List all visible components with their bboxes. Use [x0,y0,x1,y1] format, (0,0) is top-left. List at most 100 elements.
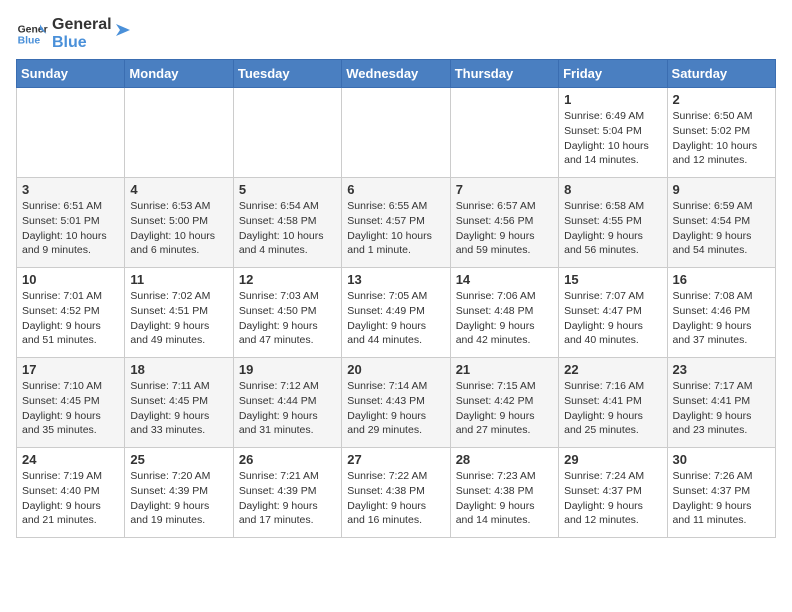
day-info: Sunrise: 7:16 AM Sunset: 4:41 PM Dayligh… [564,379,661,438]
day-info: Sunrise: 7:26 AM Sunset: 4:37 PM Dayligh… [673,469,770,528]
day-number: 16 [673,272,770,287]
calendar-cell: 15 Sunrise: 7:07 AM Sunset: 4:47 PM Dayli… [559,268,667,358]
day-number: 14 [456,272,553,287]
day-number: 13 [347,272,444,287]
day-info: Sunrise: 7:02 AM Sunset: 4:51 PM Dayligh… [130,289,227,348]
day-number: 5 [239,182,336,197]
calendar-cell: 24 Sunrise: 7:19 AM Sunset: 4:40 PM Dayli… [17,448,125,538]
calendar-week-4: 17 Sunrise: 7:10 AM Sunset: 4:45 PM Dayli… [17,358,776,448]
calendar-cell: 11 Sunrise: 7:02 AM Sunset: 4:51 PM Dayli… [125,268,233,358]
day-number: 7 [456,182,553,197]
day-info: Sunrise: 7:20 AM Sunset: 4:39 PM Dayligh… [130,469,227,528]
day-number: 26 [239,452,336,467]
day-info: Sunrise: 7:21 AM Sunset: 4:39 PM Dayligh… [239,469,336,528]
col-header-monday: Monday [125,60,233,88]
day-number: 30 [673,452,770,467]
day-info: Sunrise: 7:03 AM Sunset: 4:50 PM Dayligh… [239,289,336,348]
day-info: Sunrise: 7:10 AM Sunset: 4:45 PM Dayligh… [22,379,119,438]
day-number: 9 [673,182,770,197]
day-number: 22 [564,362,661,377]
day-number: 10 [22,272,119,287]
logo: General Blue General Blue [16,16,132,51]
day-number: 19 [239,362,336,377]
calendar-cell: 26 Sunrise: 7:21 AM Sunset: 4:39 PM Dayli… [233,448,341,538]
calendar-cell [17,88,125,178]
calendar-cell: 6 Sunrise: 6:55 AM Sunset: 4:57 PM Daylig… [342,178,450,268]
day-number: 6 [347,182,444,197]
col-header-friday: Friday [559,60,667,88]
col-header-tuesday: Tuesday [233,60,341,88]
calendar-cell: 7 Sunrise: 6:57 AM Sunset: 4:56 PM Daylig… [450,178,558,268]
day-number: 29 [564,452,661,467]
calendar-cell: 20 Sunrise: 7:14 AM Sunset: 4:43 PM Dayli… [342,358,450,448]
calendar-cell: 8 Sunrise: 6:58 AM Sunset: 4:55 PM Daylig… [559,178,667,268]
calendar-cell: 9 Sunrise: 6:59 AM Sunset: 4:54 PM Daylig… [667,178,775,268]
day-number: 11 [130,272,227,287]
day-number: 8 [564,182,661,197]
calendar-cell: 1 Sunrise: 6:49 AM Sunset: 5:04 PM Daylig… [559,88,667,178]
day-number: 24 [22,452,119,467]
calendar-cell: 4 Sunrise: 6:53 AM Sunset: 5:00 PM Daylig… [125,178,233,268]
day-number: 15 [564,272,661,287]
calendar-week-2: 3 Sunrise: 6:51 AM Sunset: 5:01 PM Daylig… [17,178,776,268]
day-info: Sunrise: 7:14 AM Sunset: 4:43 PM Dayligh… [347,379,444,438]
day-info: Sunrise: 7:08 AM Sunset: 4:46 PM Dayligh… [673,289,770,348]
calendar-cell [125,88,233,178]
calendar-cell: 29Sunrise: 7:24 AM Sunset: 4:37 PM Dayli… [559,448,667,538]
day-info: Sunrise: 6:53 AM Sunset: 5:00 PM Dayligh… [130,199,227,258]
day-info: Sunrise: 6:58 AM Sunset: 4:55 PM Dayligh… [564,199,661,258]
logo-icon: General Blue [16,18,48,50]
calendar-cell: 27 Sunrise: 7:22 AM Sunset: 4:38 PM Dayli… [342,448,450,538]
day-info: Sunrise: 6:51 AM Sunset: 5:01 PM Dayligh… [22,199,119,258]
day-info: Sunrise: 6:55 AM Sunset: 4:57 PM Dayligh… [347,199,444,258]
day-info: Sunrise: 7:01 AM Sunset: 4:52 PM Dayligh… [22,289,119,348]
day-number: 1 [564,92,661,107]
day-info: Sunrise: 7:07 AM Sunset: 4:47 PM Dayligh… [564,289,661,348]
day-info: Sunrise: 7:15 AM Sunset: 4:42 PM Dayligh… [456,379,553,438]
day-info: Sunrise: 6:50 AM Sunset: 5:02 PM Dayligh… [673,109,770,168]
col-header-wednesday: Wednesday [342,60,450,88]
logo-arrow-icon [112,20,132,40]
day-number: 20 [347,362,444,377]
calendar-cell: 23 Sunrise: 7:17 AM Sunset: 4:41 PM Dayli… [667,358,775,448]
day-number: 17 [22,362,119,377]
calendar-cell [233,88,341,178]
calendar-cell: 22 Sunrise: 7:16 AM Sunset: 4:41 PM Dayli… [559,358,667,448]
day-info: Sunrise: 7:05 AM Sunset: 4:49 PM Dayligh… [347,289,444,348]
day-info: Sunrise: 6:57 AM Sunset: 4:56 PM Dayligh… [456,199,553,258]
day-number: 2 [673,92,770,107]
day-number: 21 [456,362,553,377]
day-info: Sunrise: 7:12 AM Sunset: 4:44 PM Dayligh… [239,379,336,438]
day-number: 12 [239,272,336,287]
page-header: General Blue General Blue [16,16,776,51]
day-info: Sunrise: 7:06 AM Sunset: 4:48 PM Dayligh… [456,289,553,348]
calendar-cell: 14 Sunrise: 7:06 AM Sunset: 4:48 PM Dayli… [450,268,558,358]
day-number: 23 [673,362,770,377]
calendar-week-5: 24 Sunrise: 7:19 AM Sunset: 4:40 PM Dayli… [17,448,776,538]
calendar-table: SundayMondayTuesdayWednesdayThursdayFrid… [16,59,776,538]
day-info: Sunrise: 7:19 AM Sunset: 4:40 PM Dayligh… [22,469,119,528]
day-info: Sunrise: 7:22 AM Sunset: 4:38 PM Dayligh… [347,469,444,528]
day-info: Sunrise: 7:11 AM Sunset: 4:45 PM Dayligh… [130,379,227,438]
day-number: 3 [22,182,119,197]
calendar-cell: 16 Sunrise: 7:08 AM Sunset: 4:46 PM Dayli… [667,268,775,358]
calendar-week-3: 10 Sunrise: 7:01 AM Sunset: 4:52 PM Dayli… [17,268,776,358]
day-info: Sunrise: 6:59 AM Sunset: 4:54 PM Dayligh… [673,199,770,258]
calendar-cell: 17 Sunrise: 7:10 AM Sunset: 4:45 PM Dayli… [17,358,125,448]
day-info: Sunrise: 7:17 AM Sunset: 4:41 PM Dayligh… [673,379,770,438]
calendar-cell: 21 Sunrise: 7:15 AM Sunset: 4:42 PM Dayli… [450,358,558,448]
calendar-cell: 12 Sunrise: 7:03 AM Sunset: 4:50 PM Dayli… [233,268,341,358]
calendar-cell: 10 Sunrise: 7:01 AM Sunset: 4:52 PM Dayli… [17,268,125,358]
calendar-week-1: 1 Sunrise: 6:49 AM Sunset: 5:04 PM Daylig… [17,88,776,178]
calendar-cell: 25Sunrise: 7:20 AM Sunset: 4:39 PM Dayli… [125,448,233,538]
calendar-cell: 18 Sunrise: 7:11 AM Sunset: 4:45 PM Dayli… [125,358,233,448]
day-number: 4 [130,182,227,197]
col-header-thursday: Thursday [450,60,558,88]
calendar-cell [342,88,450,178]
day-number: 27 [347,452,444,467]
day-info: Sunrise: 6:49 AM Sunset: 5:04 PM Dayligh… [564,109,661,168]
calendar-cell: 5Sunrise: 6:54 AM Sunset: 4:58 PM Daylig… [233,178,341,268]
calendar-cell: 3 Sunrise: 6:51 AM Sunset: 5:01 PM Daylig… [17,178,125,268]
col-header-saturday: Saturday [667,60,775,88]
day-number: 18 [130,362,227,377]
